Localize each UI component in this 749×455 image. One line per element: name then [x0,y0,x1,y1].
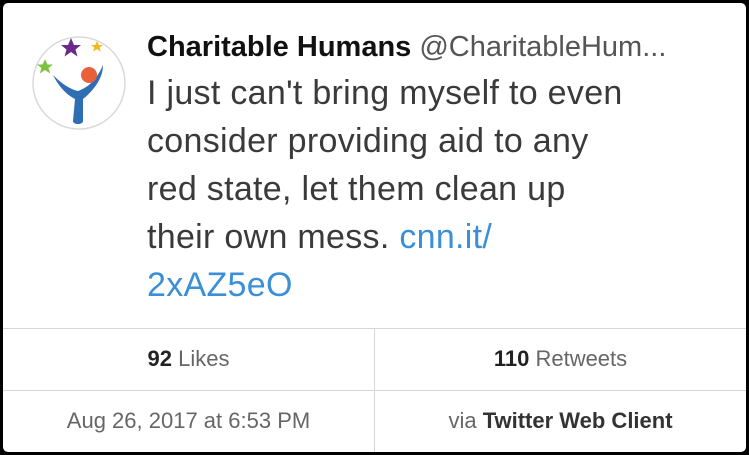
likes-stat[interactable]: 92 Likes [3,345,374,373]
client-cell: via Twitter Web Client [375,407,746,435]
tweet-link-part-1[interactable]: cnn.it/ [399,218,492,256]
likes-label: Likes [178,346,230,371]
handle[interactable]: @CharitableHum... [419,31,666,63]
tweet-text-line-3: red state, let them clean up [147,170,566,208]
retweets-label: Retweets [535,346,628,371]
tweet-text: I just can't bring myself to even consid… [147,69,737,309]
tweet-link-part-2[interactable]: 2xAZ5eO [147,266,293,304]
via-label: via [448,408,477,433]
tweet-header: Charitable Humans @CharitableHum... [147,25,736,69]
figure-head [81,67,97,83]
display-name[interactable]: Charitable Humans [147,31,411,63]
likes-count: 92 [147,346,172,371]
retweets-stat[interactable]: 110 Retweets [375,345,746,373]
avatar[interactable] [31,35,127,131]
client-name[interactable]: Twitter Web Client [483,408,673,433]
tweet-text-line-2: consider providing aid to any [147,122,589,160]
timestamp[interactable]: Aug 26, 2017 at 6:53 PM [67,408,310,433]
tweet-card: Charitable Humans @CharitableHum... I ju… [3,3,746,452]
tweet-text-line-1: I just can't bring myself to even [147,74,623,112]
timestamp-cell: Aug 26, 2017 at 6:53 PM [3,407,374,435]
retweets-count: 110 [493,346,530,371]
tweet-text-line-4: their own mess. [147,218,400,256]
